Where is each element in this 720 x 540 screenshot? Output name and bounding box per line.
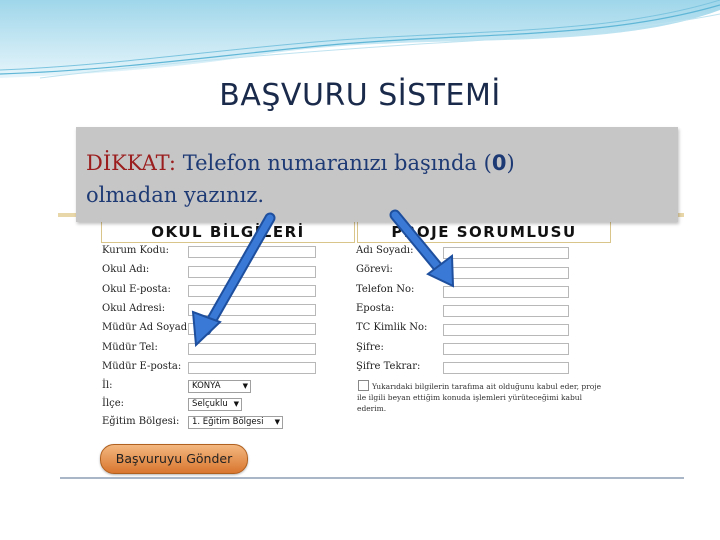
warning-zero: 0: [491, 151, 507, 175]
school-field-label: Okul Adresi:: [102, 303, 166, 314]
mudur-tel-input[interactable]: [188, 343, 316, 355]
project-field-label: Şifre Tekrar:: [356, 361, 421, 372]
egitim-bolgesi-select[interactable]: 1. Eğitim Bölgesi ▼: [188, 416, 283, 429]
school-select-label: Eğitim Bölgesi:: [102, 416, 180, 427]
il-select-value: KONYA: [192, 381, 221, 391]
slide-title: BAŞVURU SİSTEMİ: [219, 78, 501, 113]
project-field-label: Adı Soyadı:: [356, 245, 414, 256]
okul-adresi-input[interactable]: [188, 304, 316, 316]
tc-kimlik-no-input[interactable]: [443, 324, 569, 336]
ilce-select-value: Selçuklu: [192, 399, 228, 409]
il-select[interactable]: KONYA ▼: [188, 380, 251, 393]
project-field-label: Şifre:: [356, 342, 384, 353]
chevron-down-icon: ▼: [242, 382, 248, 390]
adi-soyadi-input[interactable]: [443, 247, 569, 259]
form-bottom-border: [60, 477, 684, 479]
submit-application-button[interactable]: Başvuruyu Gönder: [100, 444, 248, 474]
chevron-down-icon: ▼: [274, 418, 280, 426]
mudur-ad-soyad-input[interactable]: [188, 323, 316, 335]
consent-text: Yukarıdaki bilgilerin tarafıma ait olduğ…: [357, 382, 602, 413]
sifre-input[interactable]: [443, 343, 569, 355]
eposta-input[interactable]: [443, 305, 569, 317]
warning-keyword: DİKKAT:: [86, 151, 177, 175]
school-field-label: Müdür Tel:: [102, 342, 158, 353]
project-field-label: Telefon No:: [356, 284, 415, 295]
warning-line2: olmadan yazınız.: [86, 183, 265, 207]
telefon-no-input[interactable]: [443, 286, 569, 298]
warning-callout: DİKKAT: Telefon numaranızı başında (0) ol…: [76, 127, 678, 222]
warning-text: DİKKAT: Telefon numaranızı başında (0) ol…: [86, 147, 671, 211]
school-select-label: İl:: [102, 380, 113, 391]
school-field-label: Okul E-posta:: [102, 284, 171, 295]
project-field-label: Eposta:: [356, 303, 395, 314]
project-section-header: PROJE SORUMLUSU: [357, 221, 611, 243]
school-field-label: Kurum Kodu:: [102, 245, 170, 256]
mudur-eposta-input[interactable]: [188, 362, 316, 374]
ilce-select[interactable]: Selçuklu ▼: [188, 398, 242, 411]
school-section-header: OKUL BİLGİLERİ: [101, 221, 355, 243]
school-field-label: Okul Adı:: [102, 264, 150, 275]
chevron-down-icon: ▼: [233, 400, 239, 408]
gorevi-input[interactable]: [443, 267, 569, 279]
sifre-tekrar-input[interactable]: [443, 362, 569, 374]
kurum-kodu-input[interactable]: [188, 246, 316, 258]
okul-adi-input[interactable]: [188, 266, 316, 278]
project-field-label: TC Kimlik No:: [356, 322, 428, 333]
okul-eposta-input[interactable]: [188, 285, 316, 297]
warning-text-before: Telefon numaranızı başında (: [182, 151, 492, 175]
project-field-label: Görevi:: [356, 264, 393, 275]
header-wave-decoration: [0, 0, 720, 79]
school-field-label: Müdür E-posta:: [102, 361, 182, 372]
egitim-bolgesi-select-value: 1. Eğitim Bölgesi: [192, 417, 264, 427]
school-select-label: İlçe:: [102, 398, 125, 409]
warning-text-after: ): [506, 151, 515, 175]
school-field-label: Müdür Ad Soyad:: [102, 322, 191, 333]
